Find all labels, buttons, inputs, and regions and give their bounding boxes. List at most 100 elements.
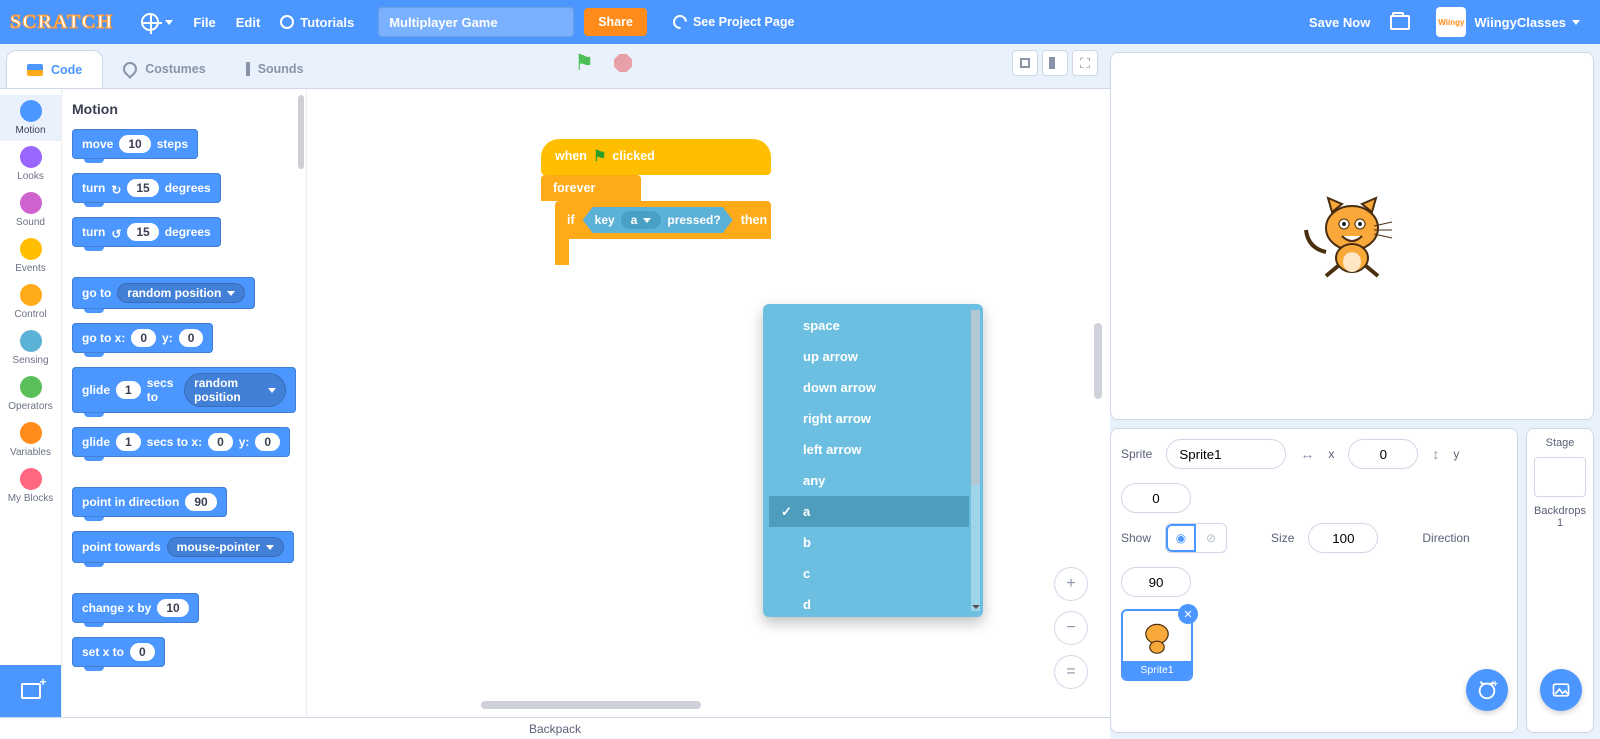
my-stuff-button[interactable] — [1390, 15, 1410, 30]
dropdown-option-a[interactable]: a — [769, 496, 969, 527]
point-towards-dropdown[interactable]: mouse-pointer — [167, 537, 284, 557]
category-dot — [20, 330, 42, 352]
script-stack[interactable]: when⚑clicked forever if key a pressed? t… — [541, 139, 771, 265]
stage-canvas[interactable] — [1110, 52, 1594, 420]
dropdown-scrollbar[interactable] — [971, 310, 980, 611]
sprite-direction-input[interactable] — [1121, 567, 1191, 597]
chevron-down-icon — [266, 545, 274, 550]
block-glide-xy[interactable]: glide1secs to x:0y:0 — [72, 427, 290, 457]
block-point-direction[interactable]: point in direction90 — [72, 487, 227, 517]
category-looks[interactable]: Looks — [0, 141, 61, 187]
block-key-pressed[interactable]: key a pressed? — [583, 207, 733, 233]
tab-costumes[interactable]: Costumes — [103, 50, 225, 88]
dropdown-option-c[interactable]: c — [769, 558, 969, 589]
dropdown-option-d[interactable]: d — [769, 589, 969, 611]
show-sprite-button[interactable]: ◉ — [1166, 524, 1196, 552]
dropdown-option-up-arrow[interactable]: up arrow — [769, 341, 969, 372]
dropdown-option-any[interactable]: any — [769, 465, 969, 496]
see-project-page-button[interactable]: See Project Page — [659, 8, 808, 36]
block-goto[interactable]: go torandom position — [72, 277, 255, 309]
small-stage-button[interactable] — [1012, 50, 1038, 76]
costumes-icon — [120, 59, 140, 79]
tab-sounds[interactable]: Sounds — [226, 50, 324, 88]
add-extension-button[interactable] — [0, 665, 61, 717]
backpack-bar[interactable]: Backpack — [0, 717, 1110, 739]
block-change-x[interactable]: change x by10 — [72, 593, 199, 623]
dropdown-option-b[interactable]: b — [769, 527, 969, 558]
zoom-reset-button[interactable]: = — [1054, 655, 1088, 689]
edit-menu[interactable]: Edit — [236, 15, 261, 30]
account-menu[interactable]: WiingyClasses — [1474, 15, 1580, 30]
block-move-steps[interactable]: move10steps — [72, 129, 198, 159]
category-label: Operators — [8, 401, 52, 412]
block-turn-ccw[interactable]: turn↺15degrees — [72, 217, 221, 247]
block-when-flag-clicked[interactable]: when⚑clicked — [541, 139, 771, 175]
chevron-down-icon — [643, 218, 651, 223]
sprite-name-input[interactable] — [1166, 439, 1286, 469]
stage-thumbnail[interactable] — [1534, 457, 1586, 497]
sprite-size-input[interactable] — [1308, 523, 1378, 553]
green-flag-button[interactable]: ⚑ — [574, 50, 594, 76]
scripts-workspace[interactable]: when⚑clicked forever if key a pressed? t… — [311, 93, 1104, 713]
user-avatar[interactable]: Wiingy — [1436, 7, 1466, 37]
block-turn-cw[interactable]: turn↻15degrees — [72, 173, 221, 203]
category-dot — [20, 376, 42, 398]
block-goto-xy[interactable]: go to x:0y:0 — [72, 323, 213, 353]
workspace-vscrollbar[interactable] — [1094, 323, 1102, 399]
key-dropdown-menu[interactable]: spaceup arrowdown arrowright arrowleft a… — [763, 304, 983, 617]
large-stage-button[interactable] — [1042, 50, 1068, 76]
dropdown-option-right-arrow[interactable]: right arrow — [769, 403, 969, 434]
tab-row: Code Costumes Sounds ⚑ ⛶ — [0, 44, 1110, 88]
sprite-thumbnail[interactable]: ✕ Sprite1 — [1121, 609, 1193, 681]
dropdown-option-down-arrow[interactable]: down arrow — [769, 372, 969, 403]
delete-sprite-button[interactable]: ✕ — [1178, 604, 1198, 624]
category-operators[interactable]: Operators — [0, 371, 61, 417]
dropdown-option-space[interactable]: space — [769, 310, 969, 341]
stop-button[interactable] — [614, 54, 632, 72]
block-glide-to[interactable]: glide1secs torandom position — [72, 367, 296, 413]
category-sensing[interactable]: Sensing — [0, 325, 61, 371]
sprite-y-input[interactable] — [1121, 483, 1191, 513]
key-dropdown[interactable]: a — [621, 211, 662, 229]
sprite-x-input[interactable] — [1348, 439, 1418, 469]
tab-costumes-label: Costumes — [145, 62, 205, 76]
chevron-down-icon — [268, 388, 276, 393]
category-control[interactable]: Control — [0, 279, 61, 325]
fullscreen-button[interactable]: ⛶ — [1072, 50, 1098, 76]
lightbulb-icon — [280, 15, 294, 29]
category-variables[interactable]: Variables — [0, 417, 61, 463]
hide-sprite-button[interactable]: ⊘ — [1196, 524, 1226, 552]
category-sound[interactable]: Sound — [0, 187, 61, 233]
block-category-rail: MotionLooksSoundEventsControlSensing Oper… — [0, 89, 62, 717]
block-forever[interactable]: forever — [541, 175, 641, 201]
glide-dropdown[interactable]: random position — [184, 373, 286, 407]
dropdown-option-left-arrow[interactable]: left arrow — [769, 434, 969, 465]
project-title-input[interactable] — [378, 7, 574, 37]
size-label: Size — [1271, 531, 1294, 545]
language-menu[interactable] — [141, 13, 173, 31]
zoom-out-button[interactable]: − — [1054, 611, 1088, 645]
tutorials-button[interactable]: Tutorials — [280, 15, 354, 30]
add-sprite-button[interactable]: + — [1466, 669, 1508, 711]
sprite-label: Sprite — [1121, 447, 1152, 461]
category-events[interactable]: Events — [0, 233, 61, 279]
add-backdrop-button[interactable] — [1540, 669, 1582, 711]
c-block-arm — [555, 239, 569, 265]
block-point-towards[interactable]: point towardsmouse-pointer — [72, 531, 294, 563]
file-menu[interactable]: File — [193, 15, 215, 30]
save-now-button[interactable]: Save Now — [1309, 15, 1370, 30]
goto-dropdown[interactable]: random position — [117, 283, 245, 303]
category-motion[interactable]: Motion — [0, 95, 61, 141]
block-if-then[interactable]: if key a pressed? then — [555, 201, 771, 239]
tab-code[interactable]: Code — [6, 50, 103, 88]
block-palette[interactable]: Motion move10steps turn↻15degrees turn↺1… — [62, 89, 307, 717]
chevron-down-icon — [227, 291, 235, 296]
share-button[interactable]: Share — [584, 8, 647, 36]
block-set-x[interactable]: set x to0 — [72, 637, 165, 667]
zoom-in-button[interactable]: + — [1054, 567, 1088, 601]
project-title-wrap — [378, 7, 574, 37]
palette-scrollbar[interactable] — [298, 95, 304, 169]
category-my-blocks[interactable]: My Blocks — [0, 463, 61, 509]
workspace-hscrollbar[interactable] — [481, 701, 701, 709]
scratch-logo[interactable]: SCRATCH — [10, 11, 113, 34]
